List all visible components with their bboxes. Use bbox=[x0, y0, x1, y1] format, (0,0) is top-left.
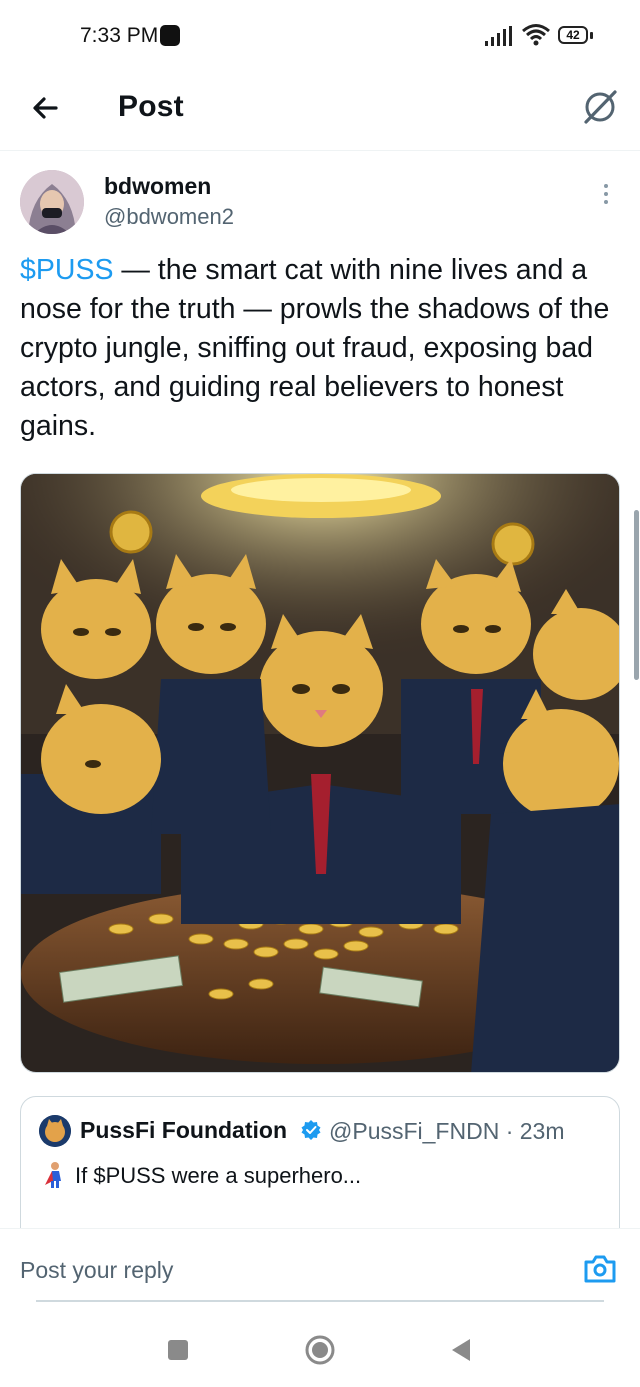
status-bar: 7:33 PM 42 bbox=[0, 0, 640, 72]
avatar[interactable] bbox=[20, 170, 84, 234]
notification-dot-icon bbox=[160, 25, 180, 46]
quote-handle-time: @PussFi_FNDN · 23m bbox=[329, 1118, 565, 1144]
verified-badge-icon bbox=[301, 1120, 321, 1140]
signal-icon bbox=[485, 26, 512, 46]
page-title: Post bbox=[118, 90, 184, 123]
reply-input[interactable]: Post your reply bbox=[20, 1257, 173, 1284]
wifi-icon bbox=[522, 24, 550, 46]
camera-icon[interactable] bbox=[582, 1251, 618, 1287]
quote-text: If $PUSS were a superhero... bbox=[75, 1163, 362, 1188]
grok-icon[interactable] bbox=[580, 86, 620, 128]
superhero-emoji-icon bbox=[45, 1162, 61, 1188]
top-app-bar: Post bbox=[0, 72, 640, 151]
quote-author-name: PussFi Foundation bbox=[80, 1117, 287, 1143]
post-text: $PUSS — the smart cat with nine lives an… bbox=[20, 251, 620, 446]
status-time: 7:33 PM bbox=[80, 24, 159, 47]
quote-avatar[interactable] bbox=[39, 1115, 71, 1147]
post-image[interactable] bbox=[20, 473, 620, 1073]
more-options-icon[interactable] bbox=[596, 180, 616, 212]
cats-in-suits-illustration bbox=[21, 474, 619, 1072]
author-name[interactable]: bdwomen bbox=[104, 173, 211, 200]
scrollbar[interactable] bbox=[634, 510, 639, 680]
battery-icon: 42 bbox=[558, 26, 594, 46]
author-handle[interactable]: @bdwomen2 bbox=[104, 204, 234, 230]
recents-icon[interactable] bbox=[168, 1340, 188, 1360]
back-arrow-icon[interactable] bbox=[26, 88, 66, 128]
home-icon[interactable] bbox=[305, 1335, 335, 1365]
reply-bar: Post your reply bbox=[0, 1228, 640, 1301]
system-nav-bar bbox=[0, 1302, 640, 1387]
battery-level: 42 bbox=[558, 26, 588, 44]
nav-back-icon[interactable] bbox=[450, 1337, 472, 1363]
cashtag-link[interactable]: $PUSS bbox=[20, 254, 113, 286]
